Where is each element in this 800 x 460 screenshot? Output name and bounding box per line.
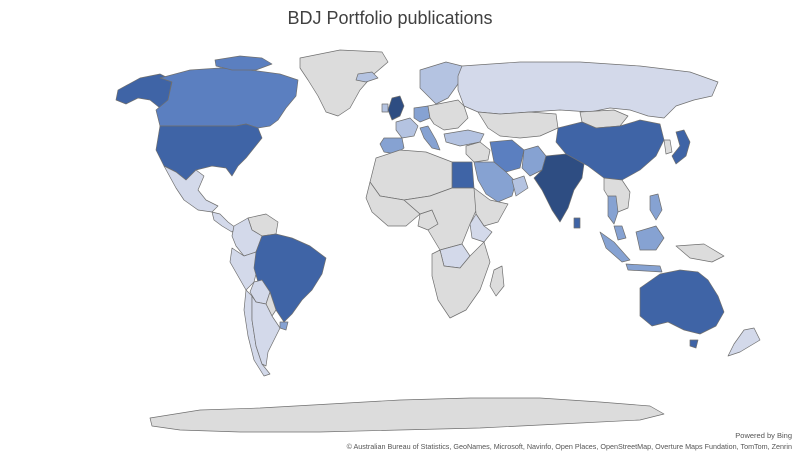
country-new-zealand[interactable]	[727, 327, 761, 357]
country-canada[interactable]	[155, 67, 299, 129]
country-germany[interactable]	[413, 105, 431, 123]
country-scandinavia[interactable]	[419, 61, 463, 105]
country-greenland[interactable]	[299, 49, 389, 117]
country-australia[interactable]	[639, 269, 725, 335]
country-philippines[interactable]	[649, 193, 663, 221]
country-canada-islands[interactable]	[214, 55, 273, 71]
country-sri-lanka[interactable]	[573, 217, 581, 229]
country-uruguay[interactable]	[279, 321, 289, 331]
country-eastern-europe[interactable]	[427, 99, 469, 131]
country-korea[interactable]	[663, 139, 673, 155]
country-antarctica[interactable]	[149, 397, 665, 433]
country-middle-east[interactable]	[465, 141, 491, 163]
country-indonesia-java[interactable]	[625, 263, 663, 273]
country-uae[interactable]	[511, 175, 529, 197]
country-central-america[interactable]	[211, 211, 237, 233]
country-new-guinea[interactable]	[675, 243, 725, 263]
country-thailand[interactable]	[607, 195, 619, 225]
map-credits: © Australian Bureau of Statistics, GeoNa…	[346, 442, 792, 451]
country-united-kingdom[interactable]	[387, 95, 405, 121]
country-russia[interactable]	[457, 61, 719, 119]
powered-by-label: Powered by Bing	[735, 431, 792, 440]
country-egypt[interactable]	[451, 161, 475, 189]
country-tasmania[interactable]	[689, 339, 699, 349]
country-madagascar[interactable]	[489, 265, 505, 297]
country-central-asia[interactable]	[477, 111, 559, 139]
country-japan[interactable]	[671, 129, 691, 165]
country-ireland[interactable]	[381, 103, 389, 113]
world-choropleth-map[interactable]	[0, 0, 800, 460]
country-italy[interactable]	[419, 125, 441, 151]
country-indonesia-borneo[interactable]	[635, 225, 665, 251]
country-malaysia[interactable]	[613, 225, 627, 241]
country-france[interactable]	[395, 117, 419, 139]
